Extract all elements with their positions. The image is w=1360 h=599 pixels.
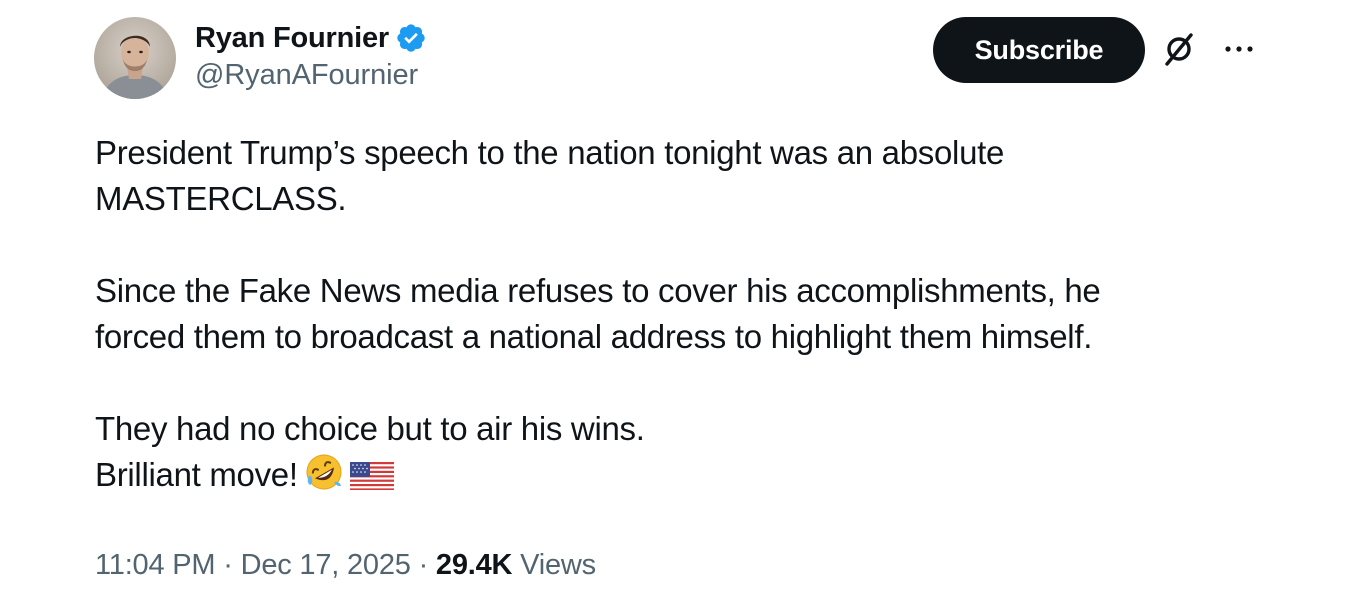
verified-badge-icon[interactable] xyxy=(395,22,427,54)
meta-separator: · xyxy=(223,549,233,581)
tweet-last-line: Brilliant move! xyxy=(95,452,1275,504)
tweet-date[interactable]: Dec 17, 2025 xyxy=(241,549,411,581)
tweet-line: forced them to broadcast a national addr… xyxy=(95,318,1093,355)
author-block: Ryan Fournier @RyanAFournier xyxy=(195,17,427,92)
tweet-line: They had no choice but to air his wins. xyxy=(95,410,645,447)
tweet: Ryan Fournier @RyanAFournier Subscribe P… xyxy=(0,0,1360,599)
meta-separator: · xyxy=(418,549,429,581)
tweet-meta: 11:04 PM · Dec 17, 2025 · 29.4K Views xyxy=(95,549,596,582)
views-label: Views xyxy=(520,549,596,581)
display-name[interactable]: Ryan Fournier xyxy=(195,22,389,55)
subscribe-button[interactable]: Subscribe xyxy=(933,17,1145,83)
avatar-image xyxy=(94,17,176,99)
grok-icon[interactable] xyxy=(1160,30,1198,68)
tweet-line: MASTERCLASS. xyxy=(95,180,347,217)
us-flag-emoji xyxy=(349,458,394,504)
tweet-line: Since the Fake News media refuses to cov… xyxy=(95,272,1101,309)
more-options-icon[interactable] xyxy=(1222,34,1256,64)
user-handle[interactable]: @RyanAFournier xyxy=(195,59,427,92)
tweet-text: President Trump’s speech to the nation t… xyxy=(95,130,1275,504)
tweet-line: President Trump’s speech to the nation t… xyxy=(95,134,1005,171)
avatar[interactable] xyxy=(94,17,176,99)
views-count[interactable]: 29.4K xyxy=(436,549,513,581)
rolling-on-floor-laughing-emoji xyxy=(304,452,344,504)
name-row: Ryan Fournier xyxy=(195,17,427,59)
tweet-line: Brilliant move! xyxy=(95,456,298,493)
tweet-time[interactable]: 11:04 PM xyxy=(95,549,216,581)
